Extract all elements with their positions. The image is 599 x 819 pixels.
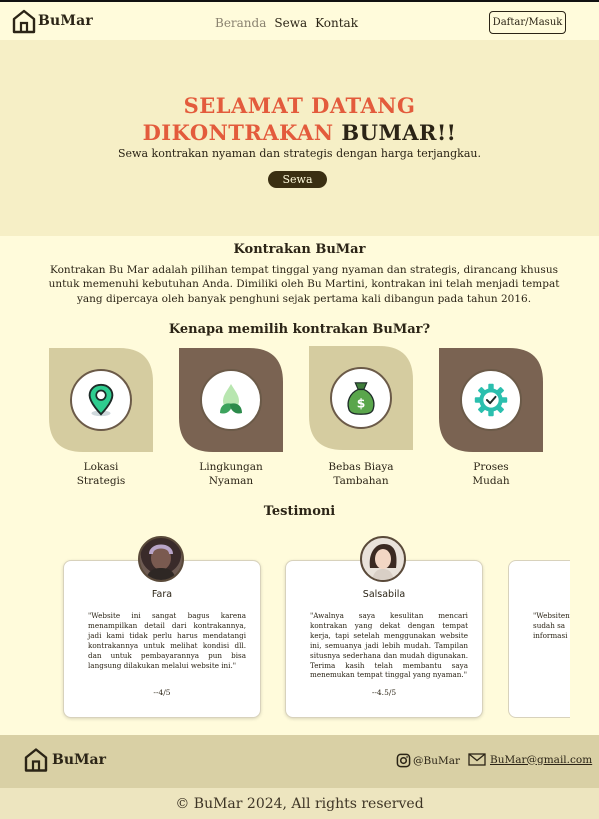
- feature-label-lokasi: Lokasi Strategis: [49, 460, 153, 488]
- svg-text:$: $: [357, 397, 366, 411]
- hero-title-accent: DIKONTRAKAN: [142, 120, 334, 145]
- feature-label-line: Tambahan: [333, 475, 389, 487]
- avatar: [360, 536, 406, 582]
- hero-section: SELAMAT DATANG DIKONTRAKAN BUMAR!! Sewa …: [0, 40, 599, 236]
- brand-name: BuMar: [38, 13, 93, 29]
- testimonial-text: "Awalnya saya kesulitan mencari kontraka…: [310, 611, 468, 680]
- leaf-drop-icon: [220, 384, 242, 414]
- feature-label-proses: Proses Mudah: [439, 460, 543, 488]
- hero-subtitle: Sewa kontrakan nyaman dan strategis deng…: [118, 147, 481, 160]
- testimonial-name: Fara: [151, 589, 173, 600]
- feature-label-line: Lingkungan: [199, 461, 263, 473]
- hero-title-line1: SELAMAT DATANG: [183, 93, 416, 118]
- feature-label-line: Proses: [473, 461, 509, 473]
- testimonial-name: Salsabila: [362, 589, 406, 600]
- feature-label-line: Strategis: [76, 475, 126, 487]
- login-register-button[interactable]: Daftar/Masuk: [489, 11, 566, 34]
- feature-icon-circle: [460, 369, 522, 431]
- about-text: Kontrakan Bu Mar adalah pilihan tempat t…: [48, 264, 560, 305]
- feature-label-line: Bebas Biaya: [328, 461, 394, 473]
- feature-label-line: Nyaman: [208, 475, 254, 487]
- instagram-icon: [396, 753, 411, 768]
- feature-card-lingkungan: [179, 348, 283, 452]
- nav-link-kontak[interactable]: Kontak: [315, 16, 358, 30]
- feature-icon-circle: [200, 369, 262, 431]
- copyright-bar: © BuMar 2024, All rights reserved: [0, 788, 599, 819]
- footer-instagram[interactable]: @BuMar: [396, 753, 460, 768]
- hero-title: SELAMAT DATANG DIKONTRAKAN BUMAR!!: [0, 92, 599, 146]
- testimonial-rating: --4.5/5: [371, 688, 397, 697]
- footer: BuMar @BuMar BuMar@gmail.com: [0, 735, 599, 788]
- testimonial-text: "Websitenya sudah sa informasi: [533, 611, 570, 640]
- hero-title-brand: BUMAR!!: [341, 120, 457, 145]
- footer-logo[interactable]: BuMar: [24, 746, 106, 773]
- map-pin-icon: [88, 383, 114, 417]
- sewa-button[interactable]: Sewa: [268, 171, 327, 188]
- brand-logo[interactable]: BuMar: [12, 8, 93, 34]
- navbar: BuMar Beranda Sewa Kontak Daftar/Masuk: [0, 2, 599, 40]
- avatar-photo: [369, 544, 397, 580]
- footer-email: BuMar@gmail.com: [468, 753, 592, 766]
- house-icon: [12, 9, 36, 34]
- testimoni-title: Testimoni: [263, 504, 336, 519]
- main-nav: Beranda Sewa Kontak: [215, 16, 358, 30]
- feature-card-proses: [439, 348, 543, 452]
- feature-label-lingkungan: Lingkungan Nyaman: [179, 460, 283, 488]
- feature-icon-circle: $: [330, 367, 392, 429]
- copyright-text: © BuMar 2024, All rights reserved: [175, 795, 424, 812]
- footer-brand-name: BuMar: [52, 751, 106, 768]
- feature-label-line: Lokasi: [83, 461, 119, 473]
- gear-check-icon: [474, 383, 508, 417]
- mail-icon: [468, 753, 486, 766]
- why-title: Kenapa memilih kontrakan BuMar?: [168, 322, 431, 337]
- feature-card-biaya: $: [309, 346, 413, 450]
- avatar-photo: [146, 544, 176, 580]
- feature-card-lokasi: [49, 348, 153, 452]
- feature-label-line: Mudah: [472, 475, 510, 487]
- nav-link-beranda[interactable]: Beranda: [215, 16, 266, 30]
- about-title: Kontrakan BuMar: [233, 242, 366, 257]
- testimonial-text: "Website ini sangat bagus karena menampi…: [88, 611, 246, 670]
- money-bag-icon: $: [347, 382, 375, 415]
- testimonial-rating: --4/5: [153, 688, 171, 697]
- avatar: [138, 536, 184, 582]
- instagram-handle: @BuMar: [413, 754, 461, 767]
- feature-icon-circle: [70, 369, 132, 431]
- email-link[interactable]: BuMar@gmail.com: [490, 754, 592, 766]
- testimonial-card-clipped: "Websitenya sudah sa informasi: [507, 556, 570, 722]
- nav-link-sewa[interactable]: Sewa: [274, 16, 307, 30]
- feature-label-biaya: Bebas Biaya Tambahan: [309, 460, 413, 488]
- house-icon: [24, 748, 48, 772]
